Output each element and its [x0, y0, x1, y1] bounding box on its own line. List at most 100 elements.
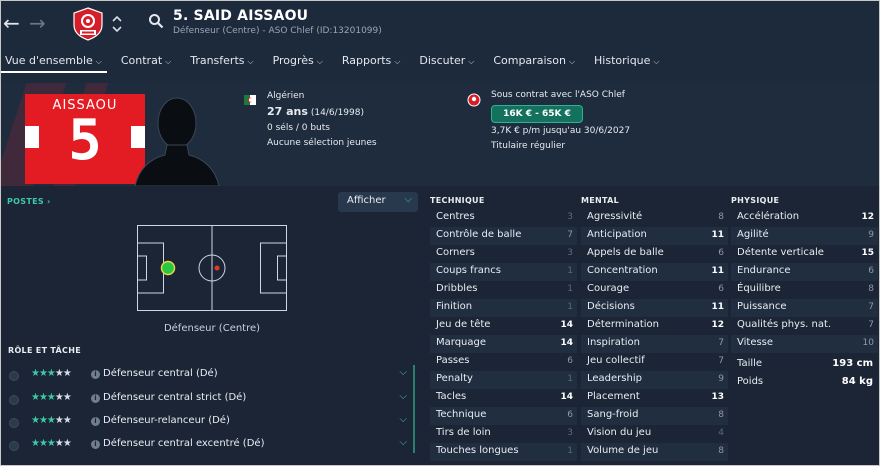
age-line: 27 ans (14/6/1998) — [267, 105, 364, 118]
attribute-value: 3 — [567, 428, 573, 438]
attribute-row[interactable]: Inspiration 7 — [581, 335, 728, 353]
attribute-row[interactable]: Concentration 11 — [581, 263, 728, 281]
attribute-value: 1 — [567, 284, 573, 294]
attribute-value: 6 — [718, 284, 724, 294]
tab-progress[interactable]: Progrès ⌵ — [269, 51, 328, 73]
info-icon[interactable]: i — [91, 417, 100, 426]
role-radio[interactable] — [9, 418, 19, 428]
attribute-row[interactable]: Anticipation 11 — [581, 227, 728, 245]
attribute-row[interactable]: Sang-froid 8 — [581, 407, 728, 425]
value-badge[interactable]: 16K € - 65K € — [491, 105, 583, 123]
attribute-value: 11 — [711, 302, 724, 312]
chevron-down-icon[interactable]: ⌵ — [399, 414, 407, 425]
player-silhouette-icon — [134, 97, 220, 186]
player-subtitle: Défenseur (Centre) - ASO Chlef (ID:13201… — [173, 26, 382, 36]
attribute-value: 9 — [868, 230, 874, 240]
birth-date: (14/6/1998) — [310, 108, 364, 118]
attribute-row[interactable]: Courage 6 — [581, 281, 728, 299]
attribute-row[interactable]: Qualités phys. nat. 7 — [731, 317, 878, 335]
role-radio[interactable] — [9, 441, 19, 451]
attribute-row[interactable]: Technique 6 — [430, 407, 577, 425]
chevron-down-icon[interactable] — [111, 25, 123, 33]
attribute-row[interactable]: Puissance 7 — [731, 299, 878, 317]
attribute-row[interactable]: Contrôle de balle 7 — [430, 227, 577, 245]
attribute-row[interactable]: Placement 13 — [581, 389, 728, 407]
attribute-name: Contrôle de balle — [436, 229, 522, 240]
age: 27 ans — [267, 105, 308, 118]
attribute-row[interactable]: Dribbles 1 — [430, 281, 577, 299]
weight-label: Poids — [737, 376, 764, 387]
club-crest-icon[interactable] — [71, 7, 105, 41]
chevron-down-icon[interactable]: ⌵ — [399, 367, 407, 378]
attribute-row[interactable]: Agilité 9 — [731, 227, 878, 245]
tab-overview[interactable]: Vue d'ensemble ⌵ — [1, 51, 107, 73]
tab-label: Comparaison — [493, 54, 566, 67]
chevron-down-icon[interactable]: ⌵ — [399, 437, 407, 448]
tab-label: Contrat — [120, 54, 163, 67]
attribute-name: Finition — [436, 301, 473, 312]
attribute-row[interactable]: Leadership 9 — [581, 371, 728, 389]
attribute-row[interactable]: Équilibre 8 — [731, 281, 878, 299]
attribute-value: 3 — [567, 212, 573, 222]
attribute-row[interactable]: Appels de balle 6 — [581, 245, 728, 263]
afficher-dropdown[interactable]: Afficher ⌵ — [338, 192, 418, 212]
attribute-row[interactable]: Agressivité 8 — [581, 209, 728, 227]
attribute-row[interactable]: Tacles 14 — [430, 389, 577, 407]
role-radio[interactable] — [9, 371, 19, 381]
attribute-row[interactable]: Endurance 6 — [731, 263, 878, 281]
role-radio[interactable] — [9, 395, 19, 405]
attribute-name: Vitesse — [737, 337, 774, 348]
attribute-row[interactable]: Marquage 14 — [430, 335, 577, 353]
tab-contract[interactable]: Contrat ⌵ — [117, 51, 176, 73]
attribute-row[interactable]: Touches longues 1 — [430, 443, 577, 461]
tab-discuss[interactable]: Discuter ⌵ — [415, 51, 479, 73]
roles-scrollbar[interactable] — [413, 365, 415, 453]
role-row[interactable]: ★★★★★ i Défenseur central (Dé) ⌵ — [5, 367, 415, 387]
role-row[interactable]: ★★★★★ i Défenseur central excentré (Dé) … — [5, 437, 415, 457]
attribute-value: 8 — [718, 446, 724, 456]
positions-header[interactable]: POSTES › — [7, 197, 51, 206]
attribute-row[interactable]: Tirs de loin 3 — [430, 425, 577, 443]
attribute-name: Volume de jeu — [587, 445, 659, 456]
attribute-row[interactable]: Centres 3 — [430, 209, 577, 227]
attribute-row[interactable]: Accélération 12 — [731, 209, 878, 227]
attribute-value: 11 — [711, 266, 724, 276]
attribute-row[interactable]: Vitesse 10 — [731, 335, 878, 353]
attribute-name: Coups francs — [436, 265, 501, 276]
chevron-down-icon[interactable]: ⌵ — [399, 391, 407, 402]
tab-comparison[interactable]: Comparaison ⌵ — [489, 51, 580, 73]
chevron-down-icon: ⌵ — [468, 57, 475, 66]
attribute-row[interactable]: Jeu de tête 14 — [430, 317, 577, 335]
attribute-row[interactable]: Jeu collectif 7 — [581, 353, 728, 371]
attribute-name: Passes — [436, 355, 470, 366]
chevron-up-icon[interactable] — [111, 15, 123, 23]
attribute-row[interactable]: Penalty 1 — [430, 371, 577, 389]
attribute-value: 14 — [560, 392, 573, 402]
attribute-row[interactable]: Détente verticale 15 — [731, 245, 878, 263]
chevron-down-icon: ⌵ — [568, 57, 576, 66]
attribute-row[interactable]: Passes 6 — [430, 353, 577, 371]
search-icon[interactable] — [148, 13, 164, 29]
attribute-row[interactable]: Coups francs 1 — [430, 263, 577, 281]
role-row[interactable]: ★★★★★ i Défenseur-relanceur (Dé) ⌵ — [5, 414, 415, 434]
roles-header: RÔLE ET TÂCHE — [8, 346, 81, 355]
info-icon[interactable]: i — [91, 394, 100, 403]
back-arrow-icon[interactable]: ← — [3, 11, 20, 35]
height-label: Taille — [737, 358, 763, 369]
app-window: ← → 5. SAID AISSAOU Défenseur (Centre) -… — [0, 0, 880, 466]
attribute-value: 6 — [567, 356, 573, 366]
attribute-row[interactable]: Décisions 11 — [581, 299, 728, 317]
chevron-down-icon: ⌵ — [394, 57, 401, 66]
forward-arrow-icon[interactable]: → — [29, 11, 46, 35]
tab-reports[interactable]: Rapports ⌵ — [338, 51, 405, 73]
attribute-row[interactable]: Vision du jeu 4 — [581, 425, 728, 443]
attribute-row[interactable]: Corners 3 — [430, 245, 577, 263]
info-icon[interactable]: i — [91, 370, 100, 379]
role-row[interactable]: ★★★★★ i Défenseur central strict (Dé) ⌵ — [5, 391, 415, 411]
info-icon[interactable]: i — [91, 440, 100, 449]
attribute-row[interactable]: Volume de jeu 8 — [581, 443, 728, 461]
tab-transfers[interactable]: Transferts ⌵ — [186, 51, 258, 73]
tab-history[interactable]: Historique ⌵ — [590, 51, 664, 73]
attribute-row[interactable]: Détermination 12 — [581, 317, 728, 335]
attribute-row[interactable]: Finition 1 — [430, 299, 577, 317]
